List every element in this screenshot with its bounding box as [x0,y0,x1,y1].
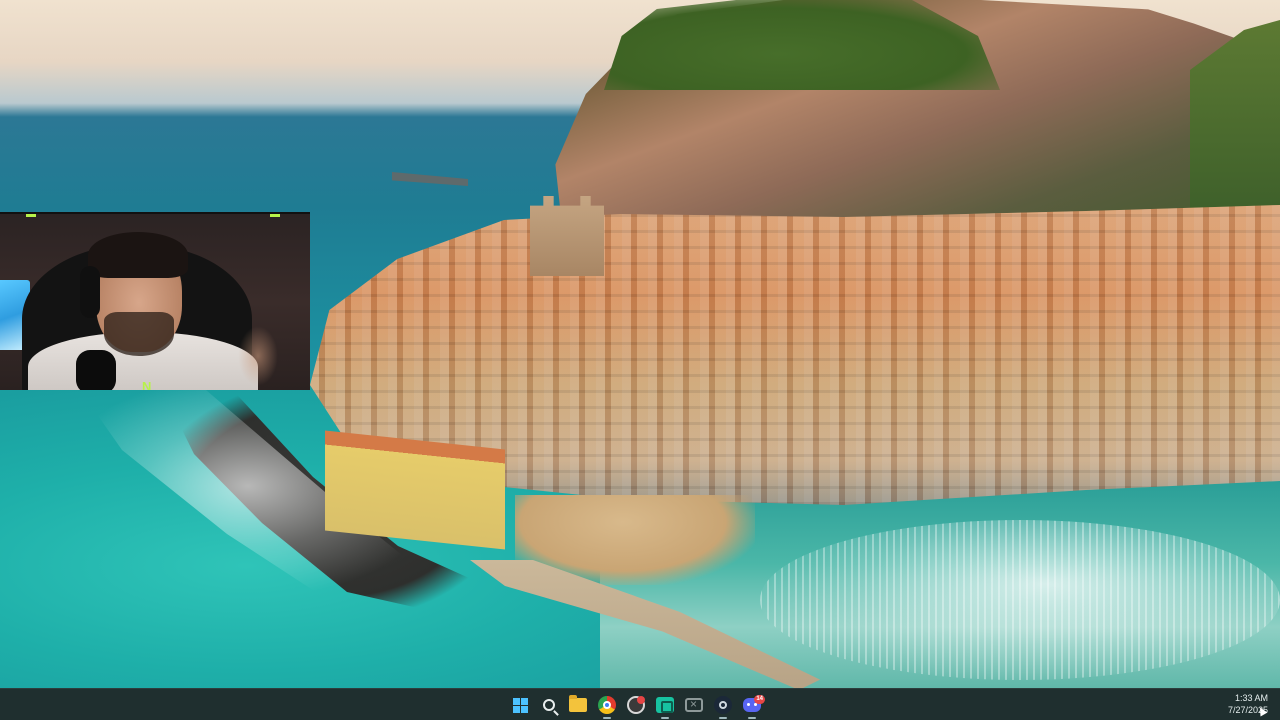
start-button[interactable] [508,693,532,717]
chrome-button[interactable] [595,693,619,719]
discord-button[interactable]: 14 [740,693,765,719]
clock-time: 1:33 AM [1234,693,1268,703]
search-icon [543,699,555,711]
microphone-icon [76,350,116,390]
notification-dot [637,696,645,704]
taskbar: 14 1:33 AM 7/27/2025 [0,688,1280,720]
obs-button[interactable] [624,693,648,717]
file-explorer-button[interactable] [566,693,590,717]
folder-icon [569,695,587,712]
headphones-icon [80,266,100,318]
discord-icon: 14 [743,695,765,712]
cliff-vegetation [604,0,1000,90]
streamer-beard [104,312,174,356]
webcam-logo: N [142,379,152,391]
streamer-hand [238,326,278,386]
breakwater [392,172,468,186]
sun-glitter [760,520,1280,680]
capcut-button[interactable] [682,693,706,717]
search-button[interactable] [537,693,561,717]
webcam-overlay: N [0,212,310,390]
webcam-corner-accent [270,214,280,217]
obs-icon [627,696,645,714]
cathedral [530,196,604,276]
webcam-corner-accent [26,214,36,217]
green-app-button[interactable] [653,693,677,719]
windows-icon [512,697,528,713]
taskbar-pinned-apps: 14 [508,693,765,719]
yellow-building [325,430,505,550]
chrome-icon [598,696,616,714]
steam-button[interactable] [711,693,735,719]
capcut-icon [685,697,703,712]
steam-icon [714,696,732,714]
discord-badge: 14 [754,695,765,704]
app-icon [656,697,674,713]
streamer-hair [88,232,188,278]
